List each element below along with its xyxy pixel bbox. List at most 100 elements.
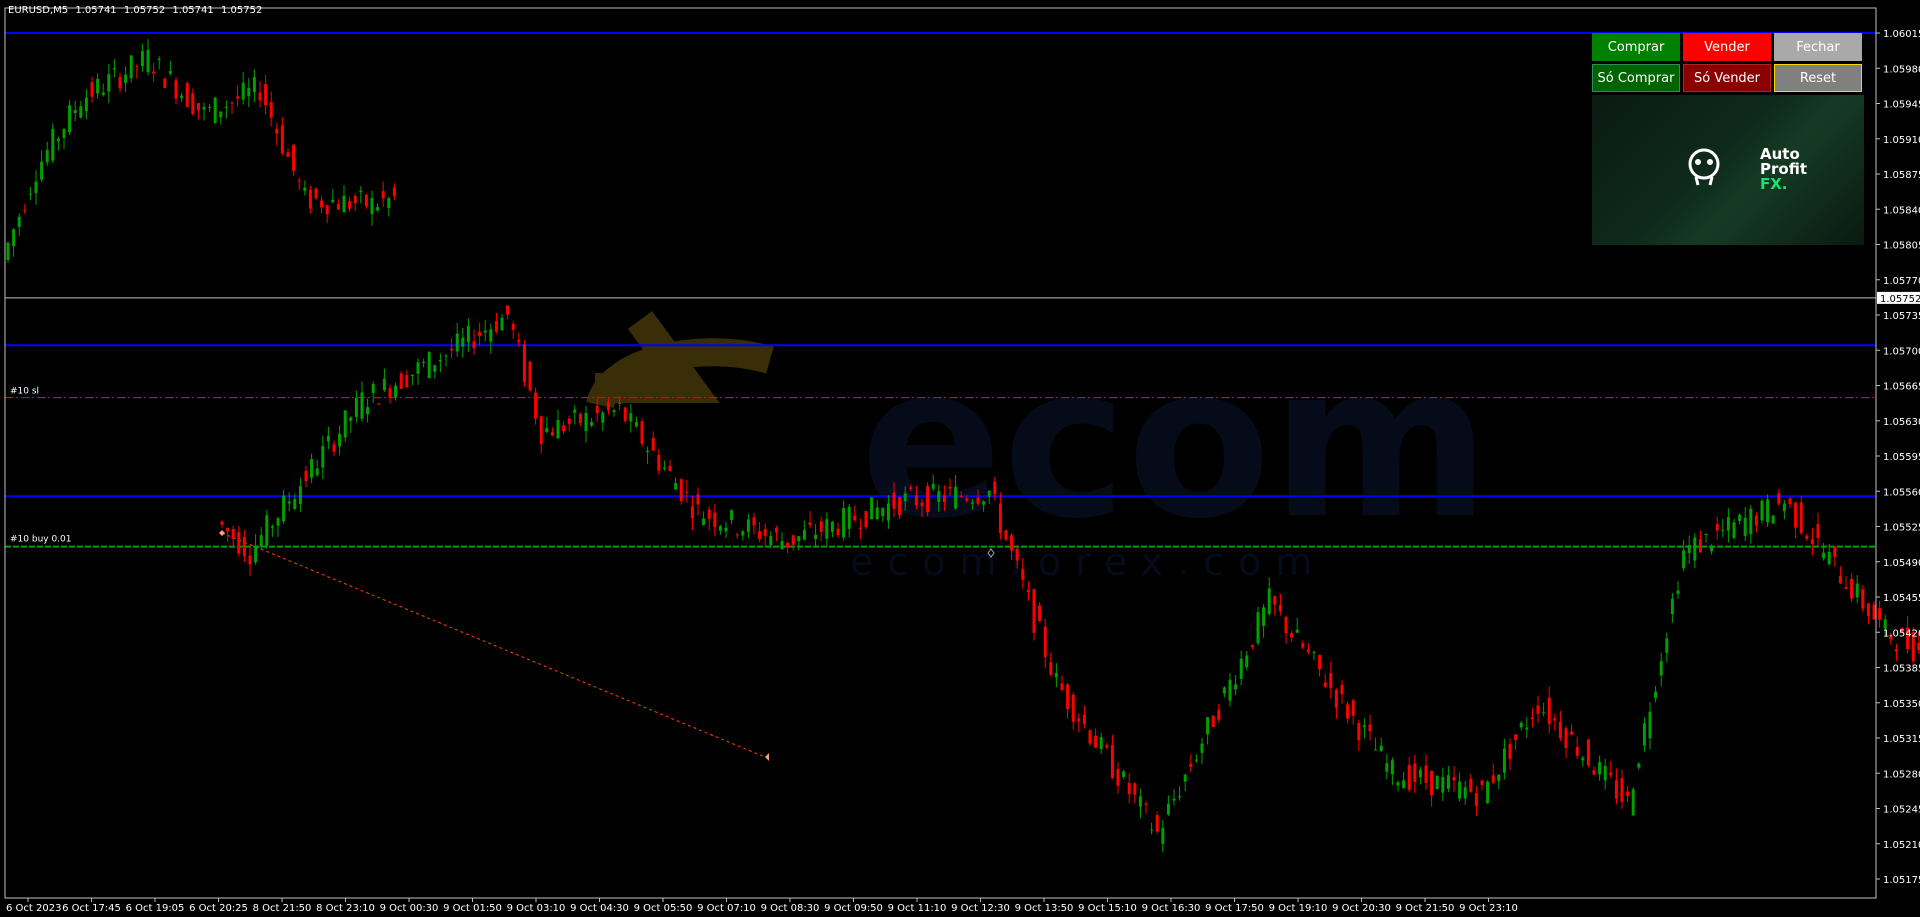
candle-body <box>1676 590 1680 594</box>
candle-body <box>982 501 986 505</box>
candle-body <box>259 535 263 547</box>
candle-body <box>79 106 83 118</box>
candle-body <box>606 401 610 411</box>
candle-body <box>1290 633 1294 638</box>
time-label: 9 Oct 04:30 <box>570 903 629 914</box>
candle-body <box>1183 774 1187 782</box>
candle-body <box>847 506 851 529</box>
candle-body <box>898 497 902 516</box>
candle-body <box>1626 791 1630 796</box>
candle-body <box>1189 763 1193 767</box>
candle-body <box>780 541 784 550</box>
candle-body <box>690 506 694 519</box>
candle-body <box>1631 789 1635 816</box>
candle-body <box>1474 793 1478 806</box>
candle-body <box>1082 714 1086 725</box>
price-label: 1.05420 <box>1883 628 1920 639</box>
candle-body <box>1861 589 1865 609</box>
candle-body <box>1340 684 1344 695</box>
chart-title: EURUSD,M5 1.05741 1.05752 1.05741 1.0575… <box>8 5 266 16</box>
robot-head-icon <box>1688 148 1720 186</box>
candle-body <box>472 341 476 349</box>
candle-body <box>1200 743 1204 753</box>
candle-body <box>1066 684 1070 709</box>
candle-body <box>304 470 308 482</box>
candle-body <box>213 97 217 123</box>
comprar-button[interactable]: Comprar <box>1592 33 1680 61</box>
candle-body <box>353 195 357 204</box>
so-vender-button[interactable]: Só Vender <box>1683 64 1771 92</box>
candle-body <box>236 96 240 99</box>
candle-body <box>450 348 454 351</box>
candle-body <box>494 321 498 332</box>
candle-body <box>405 375 409 388</box>
candle-body <box>359 190 363 193</box>
candle-body <box>191 93 195 115</box>
candle-body <box>478 331 482 336</box>
candle-body <box>1519 722 1523 728</box>
candle-body <box>1542 712 1546 714</box>
trade-close-marker <box>765 753 769 761</box>
time-label: 9 Oct 21:50 <box>1396 903 1455 914</box>
candle-body <box>280 125 284 154</box>
candle-body <box>1458 781 1462 799</box>
price-label: 1.05630 <box>1883 417 1920 428</box>
stop-loss-label: #10 sl <box>10 387 39 397</box>
candle-body <box>276 518 280 526</box>
candle-body <box>735 534 739 536</box>
candle-body <box>786 542 790 548</box>
candle-body <box>1178 796 1182 798</box>
candle-body <box>1110 744 1114 779</box>
candle-body <box>325 205 329 215</box>
candle-body <box>6 242 10 260</box>
candle-body <box>1122 771 1126 777</box>
candle-body <box>707 509 711 519</box>
ohlc-open: 1.05741 <box>75 5 117 16</box>
candle-body <box>1284 616 1288 634</box>
candle-body <box>157 58 161 60</box>
candle-body <box>338 433 342 447</box>
candle-body <box>1771 515 1775 524</box>
candle-body <box>830 521 834 532</box>
time-label: 9 Oct 17:50 <box>1205 903 1264 914</box>
candle-body <box>1732 522 1736 539</box>
candle-body <box>1194 759 1198 761</box>
candle-body <box>1368 724 1372 732</box>
price-label: 1.05945 <box>1883 100 1920 111</box>
candle-body <box>517 339 521 343</box>
candle-body <box>1273 596 1277 605</box>
candle-body <box>252 77 256 93</box>
candle-body <box>993 481 997 495</box>
candle-body <box>1430 770 1434 796</box>
candle-body <box>1390 760 1394 775</box>
candle-body <box>1323 682 1327 687</box>
candle-body <box>254 545 258 563</box>
candle-body <box>1329 673 1333 688</box>
candle-body <box>220 521 224 525</box>
candle-body <box>17 216 21 227</box>
candle-body <box>1777 493 1781 504</box>
candle-body <box>1116 768 1120 786</box>
candle-body <box>763 528 767 536</box>
vender-button[interactable]: Vender <box>1683 33 1771 61</box>
candle-body <box>1598 761 1602 775</box>
candle-body <box>578 413 582 424</box>
candle-body <box>612 410 616 412</box>
candle-body <box>1206 717 1210 735</box>
candle-body <box>1446 775 1450 789</box>
candle-body <box>297 180 301 182</box>
candle-body <box>1435 776 1439 790</box>
candle-body <box>326 435 330 442</box>
candle-body <box>1088 730 1092 744</box>
time-label: 9 Oct 16:30 <box>1142 903 1201 914</box>
reset-button[interactable]: Reset <box>1774 64 1862 92</box>
candle-body <box>808 522 812 526</box>
candle-body <box>1334 689 1338 708</box>
candle-body <box>746 519 750 532</box>
candle-body <box>370 197 374 215</box>
price-label: 1.05805 <box>1883 241 1920 252</box>
time-label: 9 Oct 12:30 <box>951 903 1010 914</box>
so-comprar-button[interactable]: Só Comprar <box>1592 64 1680 92</box>
candle-body <box>937 491 941 502</box>
fechar-button[interactable]: Fechar <box>1774 33 1862 61</box>
